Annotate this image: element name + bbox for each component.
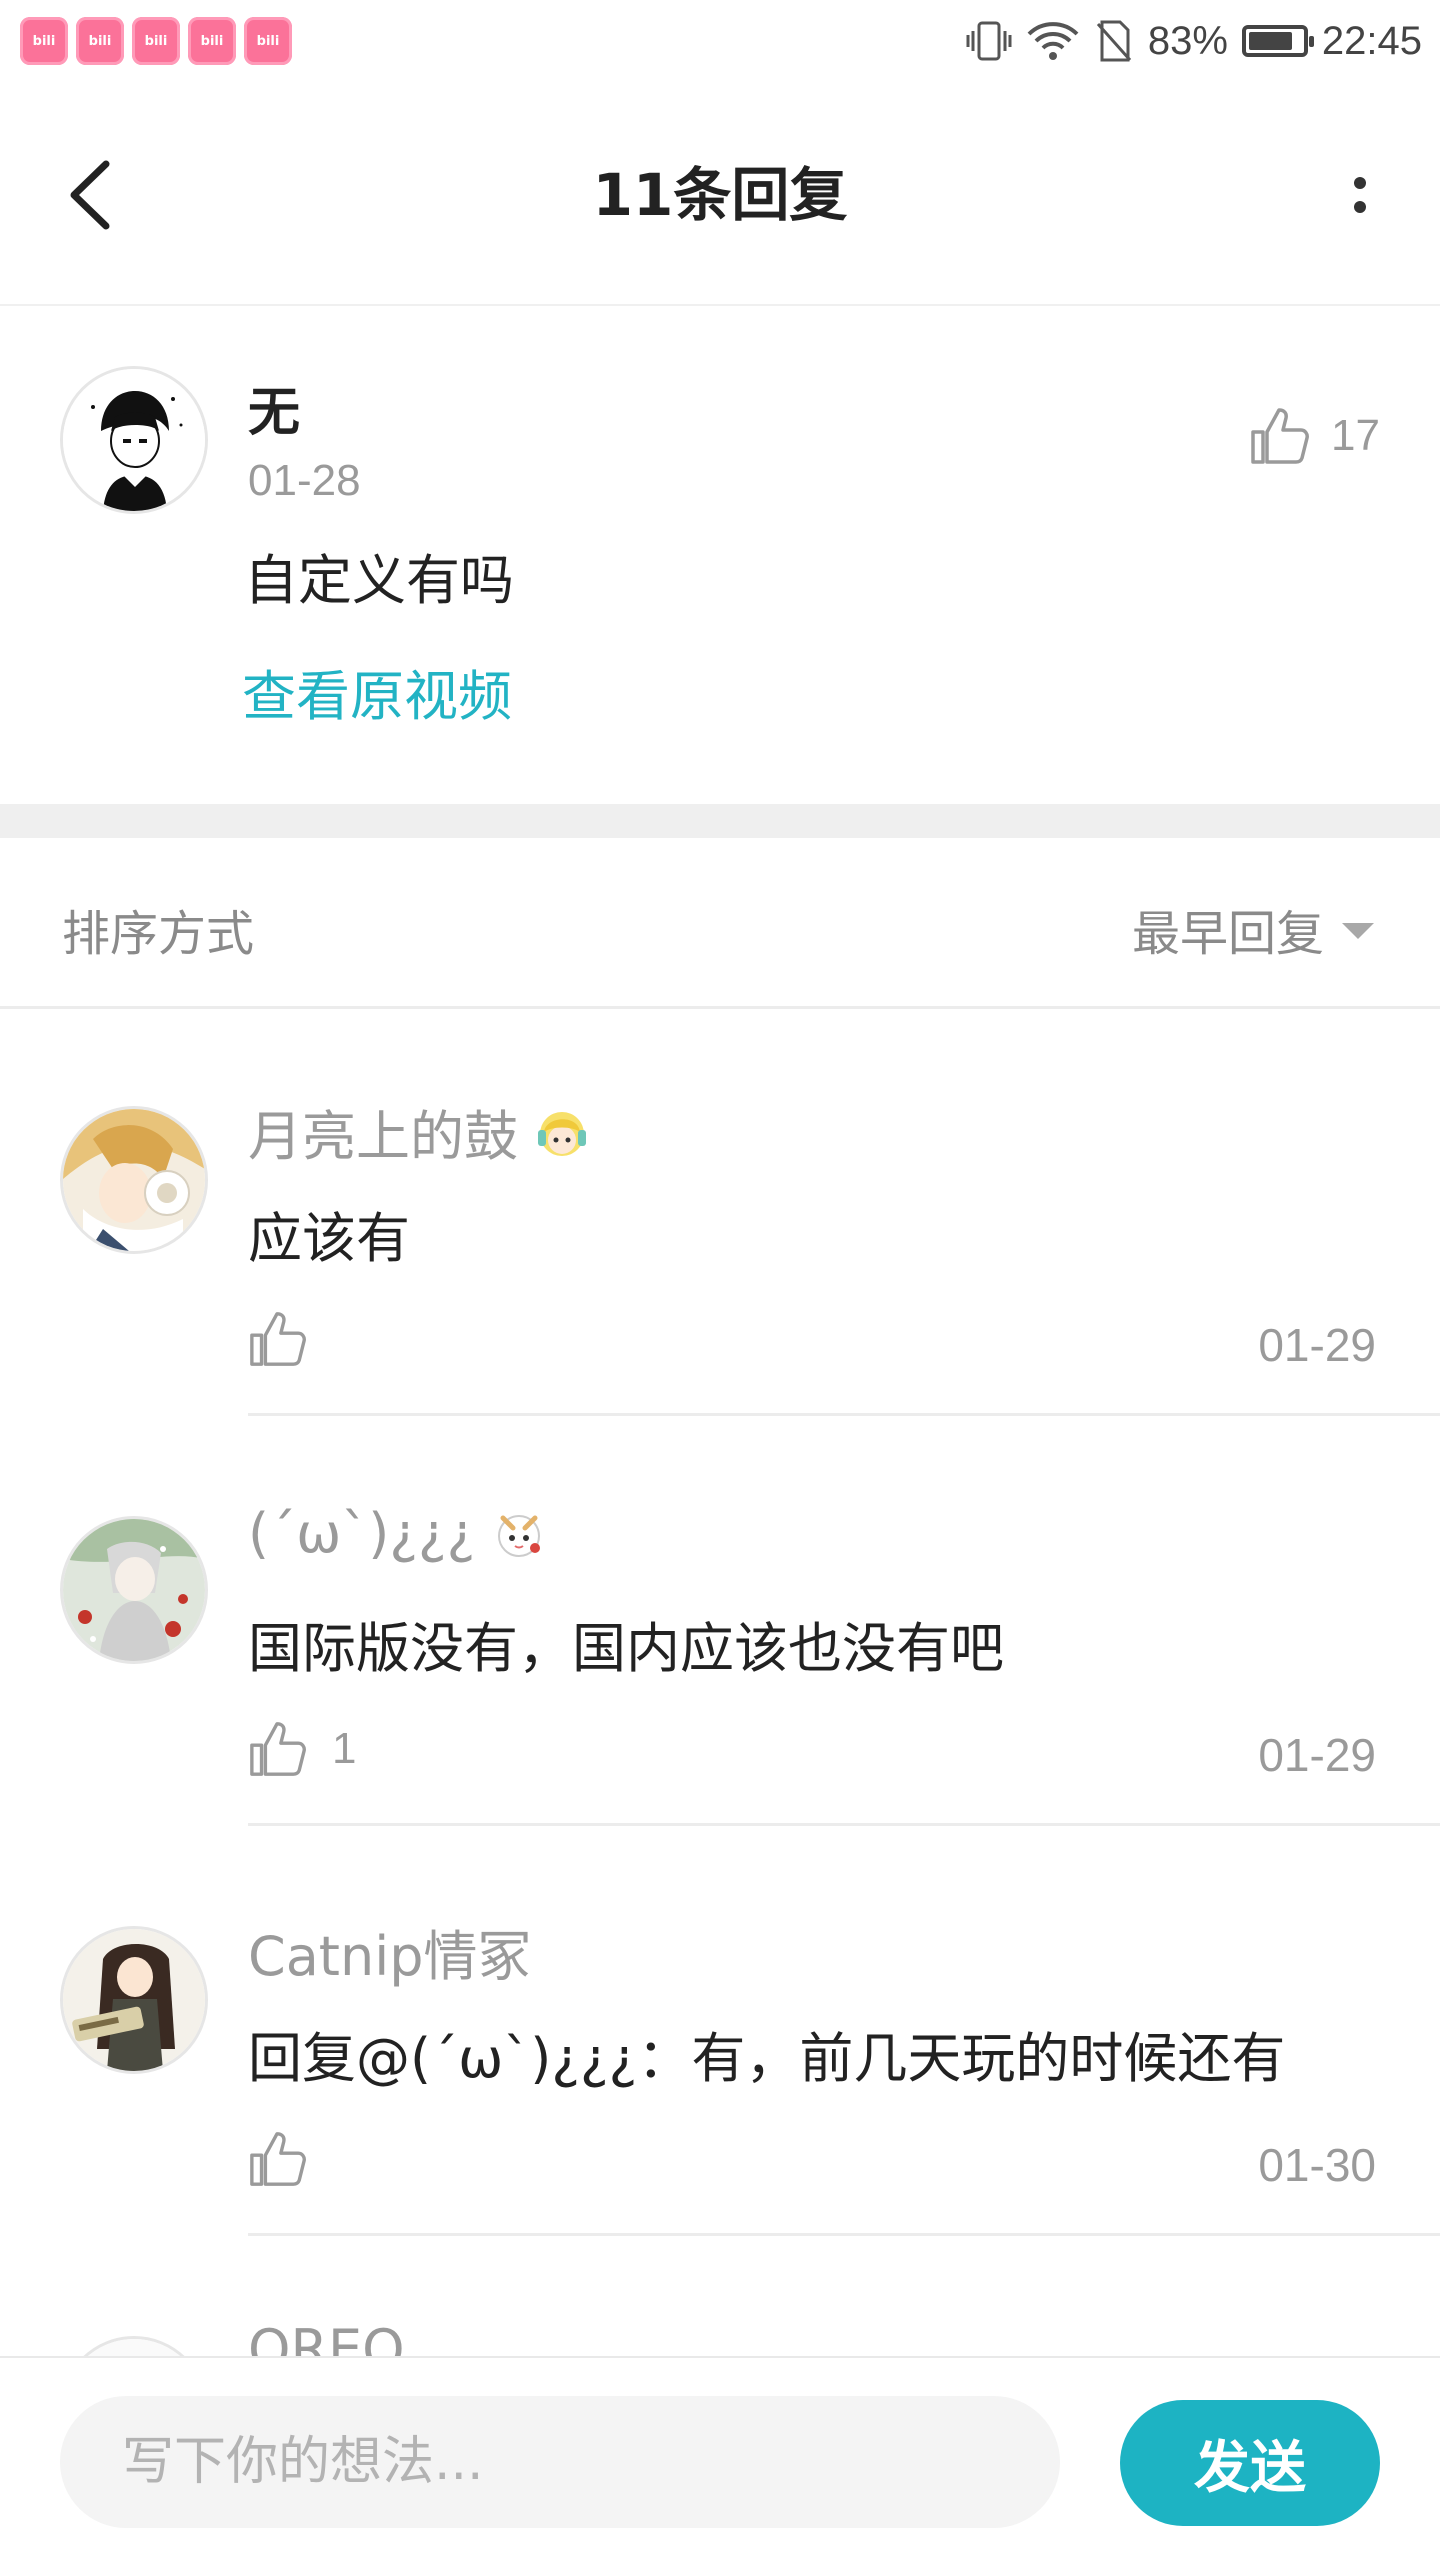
- avatar[interactable]: [60, 366, 208, 514]
- vibrate-icon: [966, 21, 1012, 61]
- sort-bar: 排序方式 最早回复: [0, 838, 1440, 1009]
- comment-username[interactable]: 无: [248, 370, 300, 445]
- page-title: 11条回复: [592, 161, 848, 229]
- reply-username-row[interactable]: (ˊωˋ)¿¿¿: [248, 1502, 549, 1565]
- avatar-image: [63, 369, 205, 511]
- thumbs-up-icon: [250, 1312, 306, 1366]
- reply-item: Catnip情冢 回复@(ˊωˋ)¿¿¿：有，前几天玩的时候还有 01-30: [0, 1826, 1440, 2236]
- status-indicators: 83% 22:45: [966, 14, 1422, 68]
- more-vertical-icon: [1354, 177, 1366, 189]
- bilibili-notification-icon: bili: [20, 17, 68, 65]
- comment-text: 自定义有吗: [244, 549, 514, 612]
- more-button[interactable]: [1330, 150, 1390, 240]
- reply-username: (ˊωˋ)¿¿¿: [248, 1502, 476, 1565]
- reply-item: 月亮上的鼓 应该有 01-29: [0, 1006, 1440, 1416]
- like-button[interactable]: [248, 2130, 332, 2188]
- reply-text: 应该有: [248, 1207, 410, 1270]
- reply-username: Catnip情冢: [248, 1925, 532, 1988]
- battery-percent: 83%: [1147, 18, 1228, 63]
- comment-composer: 发送: [0, 2356, 1440, 2562]
- yellow-hair-badge-icon: [532, 1102, 592, 1162]
- bilibili-notification-icon: bili: [244, 17, 292, 65]
- sort-label: 排序方式: [62, 906, 255, 962]
- header: 11条回复: [0, 80, 1440, 306]
- reply-date: 01-29: [1258, 1729, 1376, 1781]
- thumbs-up-icon: [250, 2132, 306, 2186]
- reply-username: 月亮上的鼓: [248, 1105, 518, 1168]
- like-button[interactable]: 1: [248, 1720, 356, 1778]
- clock: 22:45: [1321, 18, 1422, 63]
- reply-text: 回复@(ˊωˋ)¿¿¿：有，前几天玩的时候还有: [248, 2027, 1286, 2090]
- avatar-image: [63, 1109, 205, 1251]
- sort-dropdown[interactable]: 最早回复: [1132, 894, 1374, 964]
- battery-icon: [1241, 25, 1314, 57]
- thumbs-up-icon: [250, 1722, 306, 1776]
- white-creature-badge-icon: [489, 1504, 549, 1564]
- caret-down-icon: [1342, 923, 1374, 939]
- avatar-image: [63, 1929, 205, 2071]
- comment-date: 01-28: [248, 456, 361, 505]
- like-button[interactable]: [248, 1310, 332, 1368]
- like-count: 1: [332, 1724, 357, 1773]
- reply-item: (ˊωˋ)¿¿¿ 国际版没有，国内应该也没有吧 1 01-29: [0, 1416, 1440, 1826]
- send-button[interactable]: 发送: [1120, 2400, 1380, 2526]
- bilibili-notification-icon: bili: [132, 17, 180, 65]
- view-original-video-link[interactable]: 查看原视频: [242, 652, 512, 731]
- comment-input[interactable]: [60, 2396, 1060, 2528]
- avatar[interactable]: [60, 1926, 208, 2074]
- section-divider: [0, 804, 1440, 838]
- sort-value: 最早回复: [1131, 906, 1324, 962]
- no-sim-icon: [1096, 20, 1131, 62]
- wifi-icon: [1027, 22, 1079, 60]
- avatar[interactable]: [60, 1106, 208, 1254]
- root-comment: 无 01-28 17 自定义有吗 查看原视频: [0, 306, 1440, 804]
- reply-date: 01-29: [1258, 1319, 1376, 1371]
- notification-icons: bili bili bili bili bili: [20, 17, 292, 65]
- like-button[interactable]: 17: [1249, 406, 1380, 466]
- thumbs-up-icon: [1251, 408, 1309, 464]
- reply-username-row[interactable]: Catnip情冢: [248, 1912, 531, 1991]
- avatar[interactable]: [60, 1516, 208, 1664]
- reply-username-row[interactable]: 月亮上的鼓: [248, 1092, 592, 1171]
- more-dot: [1354, 201, 1366, 213]
- battery-level: [1248, 32, 1292, 50]
- avatar-image: [63, 1519, 205, 1661]
- bilibili-notification-icon: bili: [188, 17, 236, 65]
- reply-text: 国际版没有，国内应该也没有吧: [248, 1617, 1004, 1680]
- reply-date: 01-30: [1258, 2139, 1376, 2191]
- status-bar: bili bili bili bili bili 83% 22:45: [0, 0, 1440, 80]
- bilibili-notification-icon: bili: [76, 17, 124, 65]
- like-count: 17: [1331, 411, 1380, 460]
- divider: [248, 2233, 1440, 2236]
